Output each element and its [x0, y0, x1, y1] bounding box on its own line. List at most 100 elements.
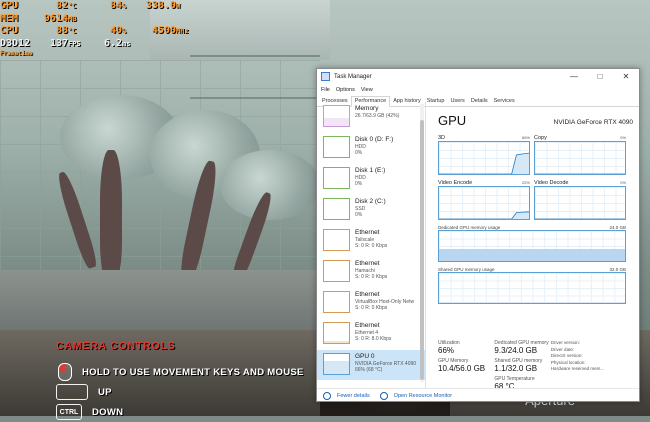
osd-unit: % [122, 27, 127, 35]
osd-unit: °C [68, 2, 77, 10]
list-scrollbar[interactable] [420, 104, 424, 382]
resource-usage: S: 0 R: 0 Kbps [355, 274, 388, 280]
osd-unit: MHz [176, 27, 189, 35]
osd-unit: W [176, 2, 181, 10]
resource-item[interactable]: Ethernet VirtualBox Host-Only Netw S: 0 R:… [317, 288, 425, 318]
gpu-memory-value: 10.4/56.0 GB [438, 364, 486, 373]
osd-value: 84 [109, 0, 122, 11]
performance-body: Memory 26.7/63.9 GB (42%) Disk 0 (D: F:) HD… [317, 102, 639, 391]
resource-name: Disk 2 (C:) [355, 198, 386, 205]
spacebar-icon [56, 384, 88, 400]
gpu-model: NVIDIA GeForce RTX 4090 [553, 119, 633, 126]
shared-memory-label: Shared GPU memory usage [438, 266, 495, 272]
resource-item[interactable]: Ethernet Tailscale S: 0 R: 0 Kbps [317, 226, 425, 256]
dedicated-memory-stat-value: 9.3/24.0 GB [494, 346, 538, 355]
resource-thumbnail [323, 260, 350, 282]
ctrl-key: CTRL [56, 404, 82, 420]
resource-thumbnail [323, 229, 350, 251]
detail-title: GPU [438, 113, 467, 128]
dedicated-memory-chart [438, 230, 626, 262]
resource-item[interactable]: Ethernet Hamachi S: 0 R: 0 Kbps [317, 257, 425, 287]
resource-name: Disk 1 (E:) [355, 167, 386, 174]
maximize-button[interactable]: □ [587, 69, 613, 84]
osd-row: CPU 88 °C 40% 4500 MHz [0, 25, 196, 38]
osd-value: 40 [109, 25, 122, 36]
control-row-up: UP [56, 382, 304, 402]
resource-thumbnail-fill [324, 360, 349, 374]
stats-col-1: Utilization 66% GPU Memory 10.4/56.0 GB [438, 340, 494, 394]
osd-unit: % [122, 2, 127, 10]
engine-graph-row: Video Encode 22% Video Decode 0% [438, 179, 626, 220]
resource-item[interactable]: Disk 2 (C:) SSD 0% [317, 195, 425, 225]
resource-thumbnail [323, 291, 350, 313]
resource-name: Ethernet [355, 322, 380, 329]
resource-item[interactable]: Ethernet Ethernet 4 S: 0 R: 8.0 Kbps [317, 319, 425, 349]
menu-bar: File Options View [317, 84, 639, 96]
engine-chart [534, 186, 626, 220]
gpu-stats: Utilization 66% GPU Memory 10.4/56.0 GB … [438, 340, 630, 394]
resource-item[interactable]: Disk 0 (D: F:) HDD 0% [317, 133, 425, 163]
shared-memory-max: 32.0 GB [609, 266, 626, 272]
engine-graph-video-encode[interactable]: Video Encode 22% [438, 179, 530, 220]
resource-name: GPU 0 [355, 353, 375, 360]
resource-monitor-link[interactable]: Open Resource Monitor [394, 393, 452, 399]
engine-graph-copy[interactable]: Copy 0% [534, 134, 626, 175]
window-title: Task Manager [334, 73, 372, 80]
resource-thumbnail [323, 353, 350, 375]
scrollbar-thumb[interactable] [420, 120, 424, 380]
resource-item[interactable]: GPU 0 NVIDIA GeForce RTX 4090 66% (68 °C) [317, 350, 425, 380]
engine-graph-video-decode[interactable]: Video Decode 0% [534, 179, 626, 220]
osd-label: D3D12 [0, 37, 31, 49]
osd-unit [176, 38, 196, 51]
resource-usage: 0% [355, 181, 363, 187]
dedicated-memory-label: Dedicated GPU memory usage [438, 224, 501, 230]
footer-bar: Fewer details Open Resource Monitor [317, 388, 639, 401]
hardware-reserved-label: Hardware reserved mem... [550, 366, 605, 371]
tree-trunk [100, 150, 122, 280]
close-button[interactable]: ✕ [613, 69, 639, 84]
engine-pct: 66% [521, 135, 530, 140]
fewer-details-link[interactable]: Fewer details [337, 393, 370, 399]
resource-thumbnail [323, 198, 350, 220]
resource-usage: 66% (68 °C) [355, 367, 383, 373]
osd-unit [122, 13, 142, 26]
chevron-up-icon[interactable] [323, 391, 331, 400]
gpu-detail-pane: GPU NVIDIA GeForce RTX 4090 3D 66% Copy 0% [426, 102, 639, 391]
engine-graph-3d[interactable]: 3D 66% [438, 134, 530, 175]
dedicated-memory-fill [439, 249, 625, 261]
engine-name[interactable]: 3D [438, 135, 445, 141]
dedicated-memory-max: 24.0 GB [609, 224, 626, 230]
resource-thumbnail-fill [324, 117, 349, 126]
osd-value: 9614 [43, 12, 68, 24]
control-text: HOLD TO USE MOVEMENT KEYS AND MOUSE [82, 366, 304, 378]
menu-file[interactable]: File [321, 87, 330, 93]
utilization-value: 66% [438, 346, 455, 355]
resource-thumbnail [323, 322, 350, 344]
camera-controls-title: CAMERA CONTROLS [56, 340, 176, 352]
osd-label: MEM [0, 12, 19, 24]
shared-memory-stat-value: 1.1/32.0 GB [494, 364, 538, 373]
resource-item[interactable]: Memory 26.7/63.9 GB (42%) [317, 102, 425, 132]
engine-graph-row: 3D 66% Copy 0% [438, 134, 626, 175]
resource-thumbnail-fill [324, 341, 349, 343]
engine-name[interactable]: Copy [534, 135, 547, 141]
resource-item[interactable]: Disk 1 (E:) HDD 0% [317, 164, 425, 194]
osd-frametime-label: Frametime [0, 50, 33, 57]
resource-thumbnail [323, 105, 350, 127]
engine-chart [438, 141, 530, 175]
minimize-button[interactable]: — [561, 69, 587, 84]
resource-name: Disk 0 (D: F:) [355, 136, 394, 143]
driver-info: Driver version: Driver date: DirectX ver… [551, 340, 630, 394]
menu-view[interactable]: View [361, 87, 373, 93]
window-controls: — □ ✕ [561, 69, 639, 84]
gpu-graphs: 3D 66% Copy 0% Video Encode 22% Video Decod… [438, 134, 626, 308]
title-bar[interactable]: Task Manager — □ ✕ [317, 69, 639, 84]
resource-monitor-icon[interactable] [379, 391, 388, 400]
menu-options[interactable]: Options [336, 87, 355, 93]
tree-canopy [220, 150, 320, 220]
resource-usage: S: 0 R: 0 Kbps [355, 305, 388, 311]
engine-name[interactable]: Video Encode [438, 180, 472, 186]
shared-memory-fill [439, 302, 625, 303]
engine-name[interactable]: Video Decode [534, 180, 568, 186]
task-manager-icon [321, 72, 330, 81]
